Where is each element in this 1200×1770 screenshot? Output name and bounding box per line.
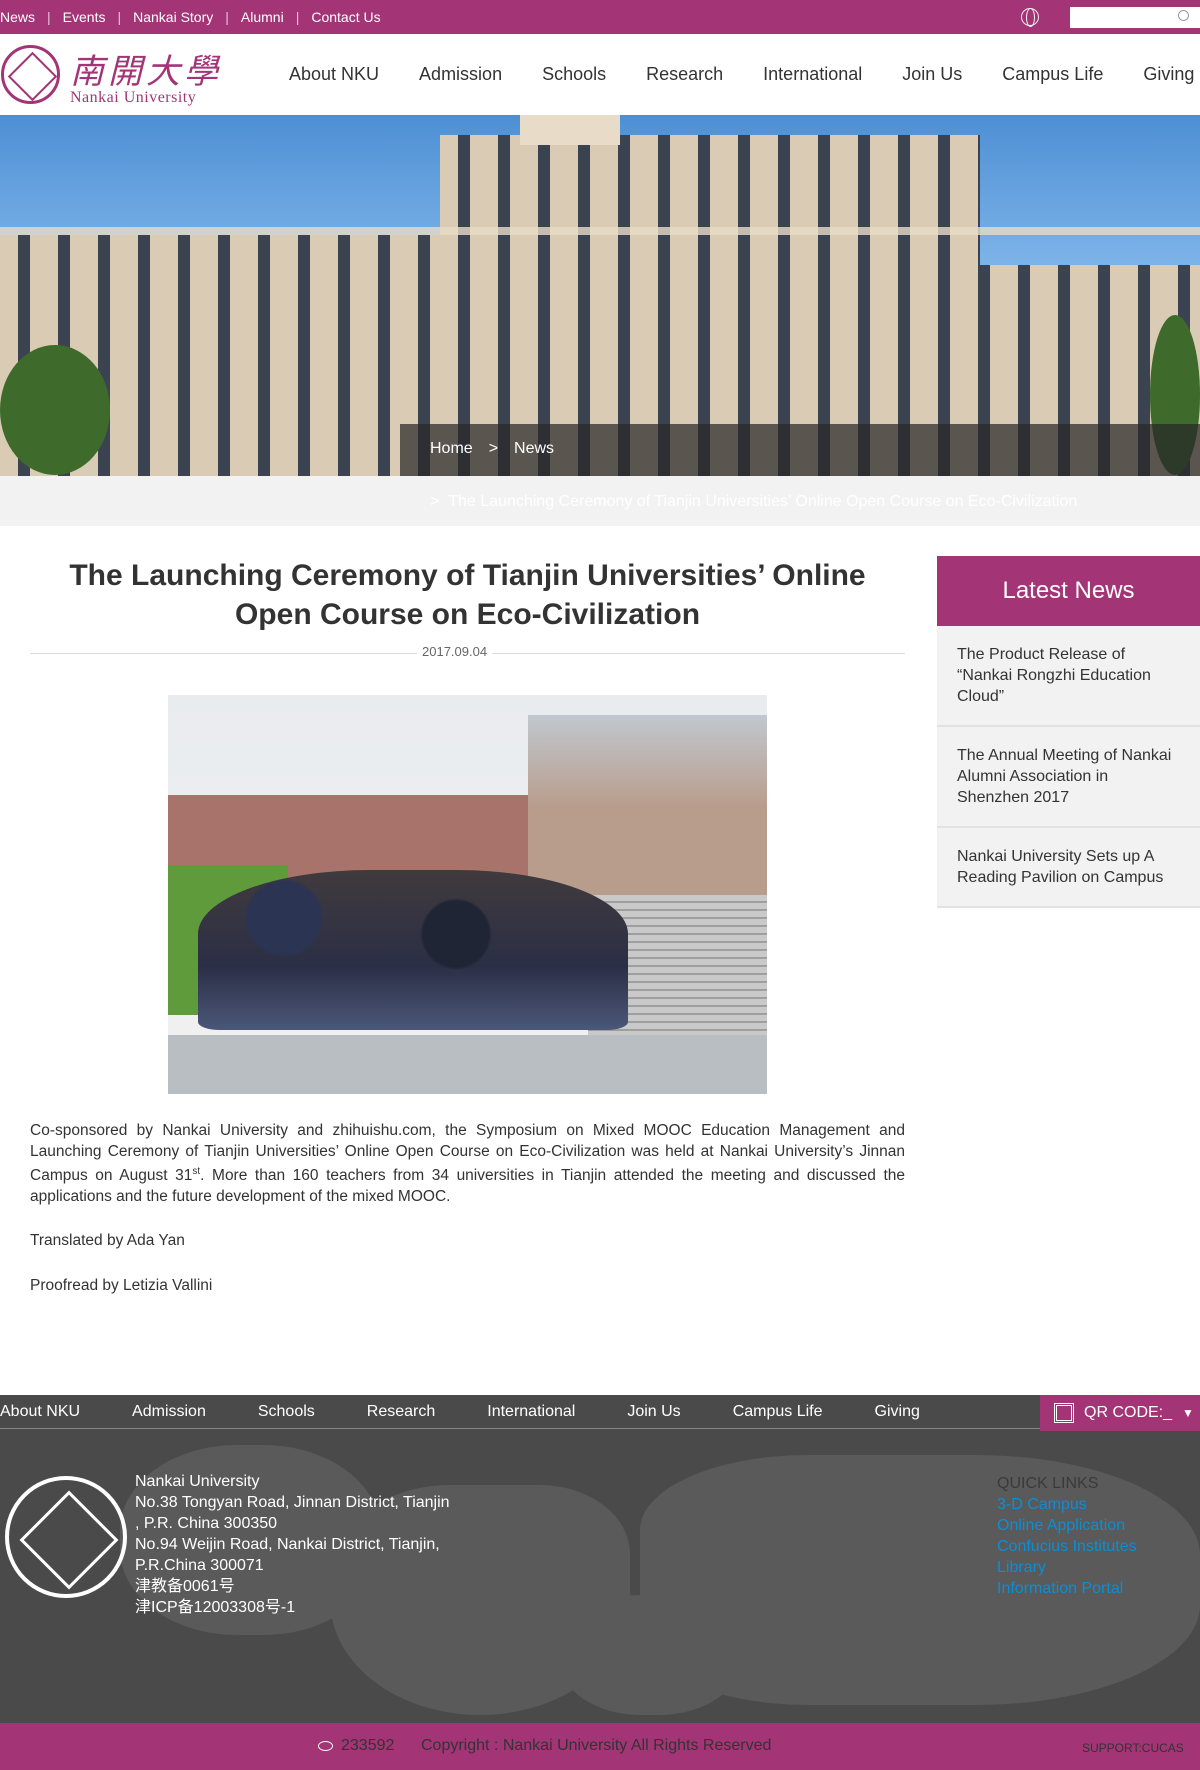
divider: | <box>117 9 122 25</box>
visit-counter: 233592 <box>318 1737 394 1755</box>
qr-code-icon <box>1054 1403 1074 1423</box>
university-seal-logo[interactable] <box>1 45 60 104</box>
footer-address: Nankai University No.38 Tongyan Road, Ji… <box>135 1471 450 1618</box>
breadcrumb-article: The Launching Ceremony of Tianjin Univer… <box>448 493 1078 510</box>
latest-news-item[interactable]: Nankai University Sets up A Reading Pavi… <box>937 828 1200 908</box>
quick-links-title: QUICK LINKS <box>997 1475 1099 1492</box>
footer-nav-research[interactable]: Research <box>367 1403 435 1421</box>
breadcrumb-separator: > <box>430 493 440 510</box>
top-link-news[interactable]: News <box>0 9 35 25</box>
quick-link-confucius-institutes[interactable]: Confucius Institutes <box>997 1536 1137 1557</box>
top-link-nankai-story[interactable]: Nankai Story <box>133 9 213 25</box>
top-link-alumni[interactable]: Alumni <box>241 9 284 25</box>
quick-link-information-portal[interactable]: Information Portal <box>997 1578 1137 1599</box>
article-title: The Launching Ceremony of Tianjin Univer… <box>69 559 866 631</box>
divider: | <box>225 9 229 25</box>
footer-nav-join-us[interactable]: Join Us <box>627 1403 680 1421</box>
article-paragraph: Co-sponsored by Nankai University and zh… <box>30 1122 905 1205</box>
breadcrumb: Home > News <box>430 440 554 458</box>
proofread-by: Proofread by Letizia Vallini <box>30 1276 213 1294</box>
logo-english-name[interactable]: Nankai University <box>70 89 196 107</box>
hero-banner-image <box>0 115 1200 476</box>
eye-icon <box>318 1741 333 1751</box>
quick-link-3d-campus[interactable]: 3-D Campus <box>997 1494 1137 1515</box>
top-link-events[interactable]: Events <box>63 9 106 25</box>
address-line: No.94 Weijin Road, Nankai District, Tian… <box>135 1536 440 1553</box>
nav-international[interactable]: International <box>763 64 862 85</box>
world-map-shape <box>560 1595 740 1715</box>
quick-links: QUICK LINKS 3-D Campus Online Applicatio… <box>997 1473 1137 1599</box>
top-links: News | Events | Nankai Story | Alumni | Cont… <box>0 0 381 34</box>
search-icon[interactable] <box>1178 10 1189 21</box>
footer-nav-campus-life[interactable]: Campus Life <box>733 1403 823 1421</box>
breadcrumb-separator: > <box>488 440 499 457</box>
qr-code-label: QR CODE:_ <box>1084 1404 1173 1421</box>
qr-code-dropdown[interactable]: QR CODE:_ ▼ <box>1040 1395 1200 1431</box>
latest-news-item[interactable]: The Product Release of “Nankai Rongzhi E… <box>937 626 1200 727</box>
latest-news-title: Latest News <box>937 556 1200 626</box>
quick-link-library[interactable]: Library <box>997 1557 1137 1578</box>
article-breadcrumb: > The Launching Ceremony of Tianjin Univ… <box>430 493 1077 511</box>
support-credit[interactable]: SUPPORT:CUCAS <box>1082 1741 1184 1755</box>
footer-seal-logo <box>5 1476 127 1598</box>
main-nav: About NKU Admission Schools Research Int… <box>289 34 1200 115</box>
footer-nav-admission[interactable]: Admission <box>132 1403 206 1421</box>
globe-icon[interactable] <box>1021 8 1039 27</box>
article-date: 2017.09.04 <box>417 644 493 659</box>
icp-number: 津ICP备12003308号-1 <box>135 1599 296 1616</box>
latest-news-item[interactable]: The Annual Meeting of Nankai Alumni Asso… <box>937 727 1200 828</box>
visit-count: 233592 <box>341 1737 395 1754</box>
nav-about-nku[interactable]: About NKU <box>289 64 379 85</box>
divider: | <box>47 9 51 25</box>
nav-research[interactable]: Research <box>646 64 723 85</box>
nav-admission[interactable]: Admission <box>419 64 502 85</box>
top-link-contact-us[interactable]: Contact Us <box>311 9 380 25</box>
registration-number: 津教备0061号 <box>135 1578 235 1595</box>
breadcrumb-home[interactable]: Home <box>430 440 473 458</box>
article-body: Co-sponsored by Nankai University and zh… <box>30 1121 905 1320</box>
divider: | <box>295 9 300 25</box>
caret-down-icon: ▼ <box>1182 1406 1194 1420</box>
copyright: Copyright : Nankai University All Rights… <box>421 1737 772 1754</box>
footer-nav-schools[interactable]: Schools <box>258 1403 315 1421</box>
article-group-photo <box>168 695 767 1094</box>
breadcrumb-news[interactable]: News <box>514 440 554 458</box>
nav-schools[interactable]: Schools <box>542 64 606 85</box>
footer-nav-international[interactable]: International <box>487 1403 575 1421</box>
translated-by: Translated by Ada Yan <box>30 1232 185 1250</box>
quick-link-online-application[interactable]: Online Application <box>997 1515 1137 1536</box>
nav-giving[interactable]: Giving <box>1143 64 1194 85</box>
nav-join-us[interactable]: Join Us <box>902 64 962 85</box>
logo-chinese-name[interactable]: 南開大學 <box>70 44 222 93</box>
footer-nav: About NKU Admission Schools Research Int… <box>0 1395 1040 1429</box>
address-line: , P.R. China 300350 <box>135 1515 278 1532</box>
latest-news-sidebar: Latest News The Product Release of “Nank… <box>937 556 1200 908</box>
footer-nav-about-nku[interactable]: About NKU <box>0 1403 80 1421</box>
address-line: P.R.China 300071 <box>135 1557 264 1574</box>
footer-nav-giving[interactable]: Giving <box>875 1403 920 1421</box>
nav-campus-life[interactable]: Campus Life <box>1002 64 1103 85</box>
address-line: No.38 Tongyan Road, Jinnan District, Tia… <box>135 1494 450 1511</box>
address-line: Nankai University <box>135 1473 260 1490</box>
